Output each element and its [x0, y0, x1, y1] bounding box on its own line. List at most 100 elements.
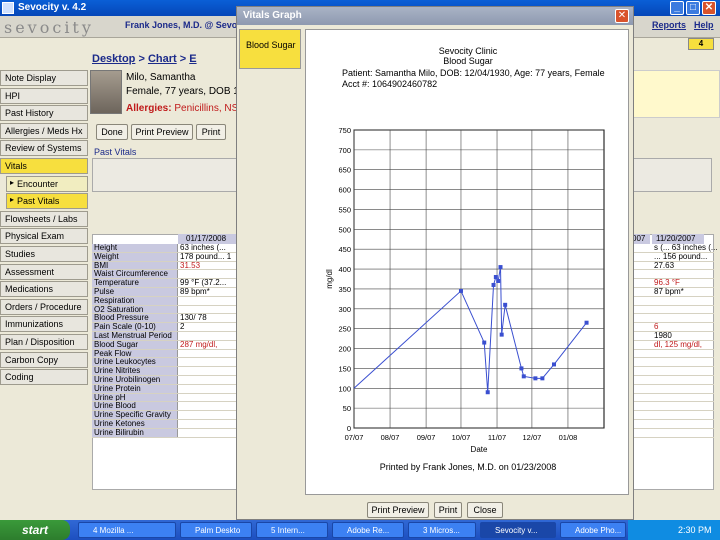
x-tick-label: 10/07	[452, 433, 471, 442]
data-point	[503, 302, 508, 307]
y-tick-label: 100	[338, 384, 351, 393]
patient-line: Patient: Samantha Milo, DOB: 12/04/1930,…	[342, 68, 605, 78]
row-label: Height	[92, 244, 178, 252]
y-tick-label: 450	[338, 245, 351, 254]
sidebar-item-flowsheets-labs[interactable]: Flowsheets / Labs	[0, 210, 88, 227]
sidebar-item-allergies-meds-hx[interactable]: Allergies / Meds Hx	[0, 122, 88, 139]
dialog-close-button[interactable]: Close	[467, 502, 503, 518]
sidebar-item-plan-disposition[interactable]: Plan / Disposition	[0, 333, 88, 350]
row-label: Temperature	[92, 279, 178, 287]
row-label: Urine Bilirubin	[92, 428, 178, 437]
y-tick-label: 200	[338, 345, 351, 354]
sidebar-item-coding[interactable]: Coding	[0, 369, 88, 386]
system-tray: 2:30 PM	[628, 520, 720, 540]
print-button[interactable]: Print	[196, 124, 226, 140]
y-tick-label: 250	[338, 325, 351, 334]
data-point	[458, 288, 463, 293]
close-icon[interactable]: ✕	[702, 1, 716, 15]
data-point	[540, 376, 545, 381]
taskbar-item[interactable]: Adobe Pho...	[560, 522, 626, 538]
graph-subtitle: Blood Sugar	[443, 56, 493, 66]
taskbar-item[interactable]: Adobe Re...	[332, 522, 404, 538]
y-tick-label: 650	[338, 166, 351, 175]
row-label: Urine Protein	[92, 384, 178, 393]
cell-value: 63 inches (...	[180, 243, 226, 252]
patient-photo	[90, 70, 122, 114]
y-tick-label: 500	[338, 225, 351, 234]
patient-name: Milo, Samantha	[126, 72, 196, 83]
tab-blood-sugar[interactable]: Blood Sugar	[239, 29, 301, 69]
clock: 2:30 PM	[678, 525, 712, 535]
sidebar-item-carbon-copy[interactable]: Carbon Copy	[0, 351, 88, 368]
menu-reports[interactable]: Reports	[652, 20, 686, 30]
row-label: Urine Leukocytes	[92, 358, 178, 367]
blood-sugar-chart: 0 50 100 150 200 250 300 350 400 450 500 550 600 650 7…	[325, 126, 605, 454]
taskbar-item[interactable]: 3 Micros...	[408, 522, 476, 538]
help-badge[interactable]: 4	[688, 38, 714, 50]
cell-value: dl, 125 mg/dl,	[654, 339, 703, 349]
row-label: Urine Specific Gravity	[92, 411, 178, 419]
cell-value: 130/ 78	[180, 313, 207, 323]
start-button[interactable]: start	[0, 520, 70, 540]
sidebar-item-medications[interactable]: Medications	[0, 281, 88, 298]
dialog-print-button[interactable]: Print	[434, 502, 462, 518]
breadcrumb-current[interactable]: E	[189, 53, 196, 65]
app-logo: sevocity	[4, 18, 94, 37]
sidebar-item-orders-procedure[interactable]: Orders / Procedure	[0, 298, 88, 315]
sidebar-item-note-display[interactable]: Note Display	[0, 70, 88, 86]
taskbar: start 4 Mozilla ... Palm Deskto 5 Intern..…	[0, 520, 720, 540]
taskbar-item[interactable]: 4 Mozilla ...	[78, 522, 176, 538]
window-title: Sevocity v. 4.2	[18, 2, 87, 13]
data-point	[485, 390, 490, 395]
dialog-close-icon[interactable]: ✕	[615, 9, 629, 23]
breadcrumb: Desktop > Chart > E	[92, 53, 197, 65]
sidebar-item-past-vitals[interactable]: Past Vitals	[6, 193, 88, 210]
printed-by: Printed by Frank Jones, M.D. on 01/23/20…	[379, 462, 557, 472]
plot-area	[353, 129, 605, 429]
sidebar-item-encounter[interactable]: Encounter	[6, 175, 88, 192]
dialog-print-preview-button[interactable]: Print Preview	[367, 502, 429, 518]
row-label: Pain Scale (0-10)	[92, 323, 178, 331]
dialog-title: Vitals Graph	[237, 7, 633, 25]
data-point	[584, 320, 589, 325]
data-point	[482, 340, 487, 345]
y-tick-label: 700	[338, 146, 351, 155]
menu-help[interactable]: Help	[694, 20, 714, 30]
data-point	[493, 275, 498, 280]
print-preview-button[interactable]: Print Preview	[131, 124, 193, 140]
breadcrumb-desktop[interactable]: Desktop	[92, 53, 135, 65]
row-label: Peak Flow	[92, 349, 178, 358]
data-point	[521, 374, 526, 379]
sidebar-item-assessment[interactable]: Assessment	[0, 263, 88, 280]
x-tick-label: 07/07	[345, 433, 364, 442]
breadcrumb-chart[interactable]: Chart	[148, 53, 177, 65]
sidebar-item-immunizations[interactable]: Immunizations	[0, 316, 88, 333]
sidebar-item-physical-exam[interactable]: Physical Exam	[0, 228, 88, 245]
sidebar-item-past-history[interactable]: Past History	[0, 105, 88, 122]
sidebar-item-review-of-systems[interactable]: Review of Systems	[0, 140, 88, 157]
done-button[interactable]: Done	[96, 124, 128, 140]
sidebar-item-studies[interactable]: Studies	[0, 245, 88, 262]
data-point	[491, 282, 496, 287]
x-tick-label: 11/07	[488, 433, 506, 442]
taskbar-item[interactable]: Palm Deskto	[180, 522, 252, 538]
cell-value: 287 mg/dl,	[180, 339, 218, 349]
cell-value: ... 156 pound...	[654, 251, 708, 261]
row-label: Urine Urobilinogen	[92, 375, 178, 384]
taskbar-item[interactable]: 5 Intern...	[256, 522, 328, 538]
y-tick-label: 550	[338, 205, 351, 214]
maximize-icon[interactable]: □	[686, 1, 700, 15]
cell-value: 6	[654, 322, 659, 332]
row-label: Urine Blood	[92, 402, 178, 411]
row-label: BMI	[92, 261, 178, 270]
sidebar-item-hpi[interactable]: HPI	[0, 87, 88, 104]
row-label: Urine Ketones	[92, 419, 178, 428]
cell-value: 87 bpm*	[654, 286, 684, 296]
cell-value: 96.3 °F	[654, 278, 680, 288]
row-label: O2 Saturation	[92, 305, 178, 314]
taskbar-item[interactable]: Sevocity v...	[480, 522, 556, 538]
minimize-icon[interactable]: _	[670, 1, 684, 15]
sidebar-item-vitals[interactable]: Vitals	[0, 157, 88, 174]
acct-line: Acct #: 1064902460782	[342, 79, 438, 89]
patient-demographics: Female, 77 years, DOB 1	[126, 86, 239, 97]
